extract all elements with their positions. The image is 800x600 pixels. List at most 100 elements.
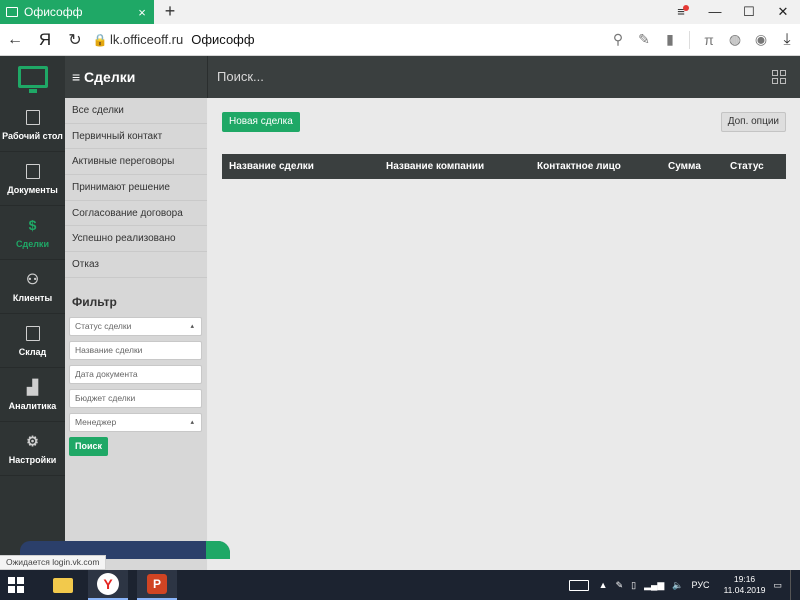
stage-contract[interactable]: Согласование договора bbox=[65, 201, 207, 227]
stage-success[interactable]: Успешно реализовано bbox=[65, 226, 207, 253]
taskbar-explorer[interactable] bbox=[43, 570, 83, 600]
app-logo[interactable] bbox=[0, 56, 65, 98]
signal-icon[interactable]: ▂▄▆ bbox=[644, 580, 664, 591]
doc-date-field[interactable]: Дата документа bbox=[69, 364, 202, 384]
nav-item-analytics[interactable]: ▟ Аналитика bbox=[0, 368, 65, 422]
nav-item-label: Настройки bbox=[8, 455, 57, 465]
search-key-icon[interactable]: ⚲ bbox=[605, 31, 631, 48]
close-window-button[interactable]: ✕ bbox=[766, 0, 800, 24]
select-arrows-icon: ▴ bbox=[190, 322, 194, 330]
powerpoint-icon: P bbox=[147, 574, 167, 594]
nav-item-deals[interactable]: $ Сделки bbox=[0, 206, 65, 260]
bar-chart-icon: ▟ bbox=[27, 378, 38, 395]
divider bbox=[689, 30, 690, 49]
more-options-button[interactable]: Доп. опции bbox=[720, 112, 786, 132]
stage-first-contact[interactable]: Первичный контакт bbox=[65, 124, 207, 150]
nav-item-desktop[interactable]: Рабочий стол bbox=[0, 98, 65, 152]
nav-item-label: Аналитика bbox=[8, 401, 57, 411]
show-desktop-button[interactable] bbox=[790, 570, 800, 600]
system-tray: ▲ ✎ ▯ ▂▄▆ 🔈 РУС 19:16 11.04.2019 ▭ bbox=[568, 570, 800, 600]
yandex-browser-icon: Y bbox=[97, 573, 119, 595]
stage-all-deals[interactable]: Все сделки bbox=[65, 98, 207, 124]
box-icon bbox=[24, 324, 42, 342]
new-deal-button[interactable]: Новая сделка bbox=[222, 112, 300, 132]
pen-icon[interactable]: ✎ bbox=[616, 580, 624, 591]
folder-icon bbox=[53, 577, 73, 593]
reload-icon[interactable]: ↻ bbox=[60, 30, 90, 50]
section-title[interactable]: ≡ Сделки bbox=[72, 56, 135, 98]
deal-status-select[interactable]: Статус сделки ▴ bbox=[69, 316, 202, 336]
filter-search-button[interactable]: Поиск bbox=[69, 436, 108, 456]
column-contact[interactable]: Контактное лицо bbox=[537, 154, 621, 179]
stage-negotiations[interactable]: Активные переговоры bbox=[65, 149, 207, 176]
yandex-icon[interactable]: Я bbox=[30, 30, 60, 50]
deals-main: Новая сделка Доп. опции Название сделки … bbox=[208, 98, 800, 570]
nav-item-documents[interactable]: Документы bbox=[0, 152, 65, 206]
address-bar-actions: ⚲ ✎ ▮ π ◍ ◉ ⤓ bbox=[605, 30, 800, 49]
nav-item-label: Сделки bbox=[16, 239, 49, 249]
lock-icon[interactable]: 🔒 bbox=[90, 33, 110, 47]
column-amount[interactable]: Сумма bbox=[668, 154, 701, 179]
column-company-name[interactable]: Название компании bbox=[386, 154, 484, 179]
nav-item-label: Документы bbox=[7, 185, 58, 195]
person-icon: ⚇ bbox=[26, 270, 39, 287]
document-icon bbox=[24, 162, 42, 180]
screen: Офисофф × + ≡ — ☐ ✕ ← Я ↻ 🔒 lk.officeoff… bbox=[0, 0, 800, 600]
deals-submenu: Все сделки Первичный контакт Активные пе… bbox=[65, 98, 207, 570]
search-input[interactable]: Поиск... bbox=[217, 56, 264, 98]
column-deal-name[interactable]: Название сделки bbox=[229, 154, 314, 179]
app-header: ≡ Сделки Поиск... bbox=[0, 56, 800, 98]
nav-item-label: Склад bbox=[18, 347, 47, 357]
nav-item-warehouse[interactable]: Склад bbox=[0, 314, 65, 368]
column-status[interactable]: Статус bbox=[730, 154, 764, 179]
window-controls: ≡ — ☐ ✕ bbox=[664, 0, 800, 24]
stage-refused[interactable]: Отказ bbox=[65, 252, 207, 278]
browser-tab[interactable]: Офисофф × bbox=[0, 0, 154, 24]
stage-decision[interactable]: Принимают решение bbox=[65, 175, 207, 201]
brush-icon[interactable]: ✎ bbox=[631, 31, 657, 48]
menu-icon[interactable]: ≡ bbox=[664, 0, 698, 24]
money-bag-icon: $ bbox=[28, 217, 37, 233]
globe-icon[interactable]: ◍ bbox=[722, 31, 748, 48]
nav-item-settings[interactable]: ⚙ Настройки bbox=[0, 422, 65, 476]
touch-keyboard-icon[interactable] bbox=[568, 579, 589, 591]
tab-close-button[interactable]: × bbox=[134, 5, 150, 20]
battery-icon[interactable]: ▯ bbox=[631, 580, 636, 591]
clock-time: 19:16 bbox=[733, 574, 756, 584]
budget-field[interactable]: Бюджет сделки bbox=[69, 388, 202, 408]
nav-item-label: Рабочий стол bbox=[2, 131, 63, 141]
clock[interactable]: 19:16 11.04.2019 bbox=[724, 574, 766, 596]
clock-date: 11.04.2019 bbox=[723, 585, 766, 595]
notification-dot-icon bbox=[683, 5, 689, 11]
filter-title: Фильтр bbox=[72, 294, 117, 309]
back-arrow-icon[interactable]: ← bbox=[0, 31, 30, 49]
windows-start-icon[interactable] bbox=[8, 577, 24, 593]
divider bbox=[207, 56, 208, 98]
url-text[interactable]: lk.officeoff.ru bbox=[110, 32, 183, 47]
maximize-button[interactable]: ☐ bbox=[732, 0, 766, 24]
manager-select[interactable]: Менеджер ▴ bbox=[69, 412, 202, 432]
chevron-up-icon[interactable]: ▲ bbox=[599, 580, 608, 590]
taskbar-powerpoint[interactable]: P bbox=[137, 570, 177, 600]
language-indicator[interactable]: РУС bbox=[692, 580, 710, 590]
page-title-in-address[interactable]: Офисофф bbox=[191, 32, 605, 47]
volume-icon[interactable]: 🔈 bbox=[672, 580, 683, 591]
deal-status-value: Статус сделки bbox=[75, 320, 132, 331]
manager-value: Менеджер bbox=[75, 416, 117, 427]
grid-view-icon[interactable] bbox=[772, 70, 786, 84]
monitor-icon bbox=[6, 7, 18, 17]
taskbar-yandex-browser[interactable]: Y bbox=[88, 570, 128, 600]
browser-tab-strip: Офисофф × + ≡ — ☐ ✕ bbox=[0, 0, 800, 24]
pi-extension-icon[interactable]: π bbox=[696, 32, 722, 48]
minimize-button[interactable]: — bbox=[698, 0, 732, 24]
bookmark-icon[interactable]: ▮ bbox=[657, 31, 683, 48]
tab-title: Офисофф bbox=[24, 5, 83, 19]
notifications-icon[interactable]: ▭ bbox=[773, 580, 782, 591]
coins-icon[interactable]: ◉ bbox=[748, 31, 774, 48]
nav-item-clients[interactable]: ⚇ Клиенты bbox=[0, 260, 65, 314]
deal-name-field[interactable]: Название сделки bbox=[69, 340, 202, 360]
deals-table-header: Название сделки Название компании Контак… bbox=[222, 154, 786, 179]
new-tab-button[interactable]: + bbox=[160, 0, 180, 24]
download-icon[interactable]: ⤓ bbox=[774, 31, 800, 49]
monitor-logo-icon bbox=[17, 66, 48, 93]
